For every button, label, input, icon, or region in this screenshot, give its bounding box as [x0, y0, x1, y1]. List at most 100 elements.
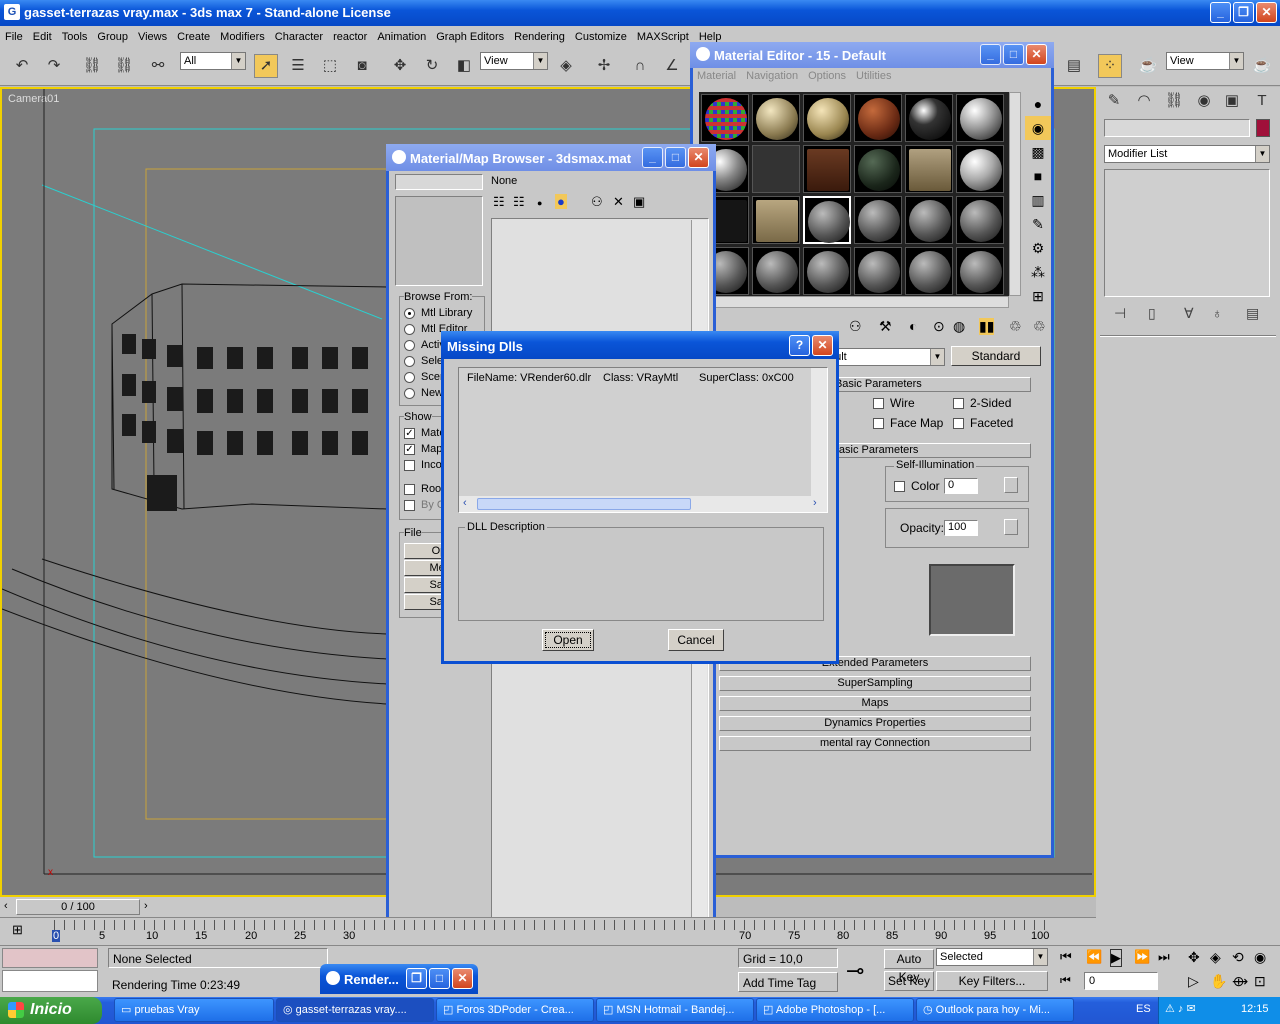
- sample-slot[interactable]: [752, 196, 800, 244]
- redo-icon[interactable]: ↷: [42, 54, 66, 78]
- view-small-icons-icon[interactable]: ●: [537, 198, 542, 208]
- menu-views[interactable]: Views: [133, 26, 172, 48]
- browser-search-field[interactable]: [395, 174, 483, 190]
- current-frame-field[interactable]: 0: [1084, 972, 1158, 990]
- taskbar-item-hotmail[interactable]: ◰ MSN Hotmail - Bandej...: [596, 998, 754, 1022]
- show-incompatible-option[interactable]: Inco: [404, 459, 442, 471]
- by-object-option[interactable]: By O: [404, 499, 445, 511]
- key-selection-dropdown[interactable]: Selected ▼: [936, 948, 1048, 966]
- dynamics-properties-rollout[interactable]: Dynamics Properties: [719, 716, 1031, 731]
- self-illum-color-option[interactable]: Color: [894, 479, 940, 493]
- sample-slot-active[interactable]: [803, 196, 851, 244]
- start-button[interactable]: Inicio: [0, 997, 102, 1024]
- faceted-option[interactable]: Faceted: [953, 416, 1013, 430]
- taskbar-item-outlook[interactable]: ◷ Outlook para hoy - Mi...: [916, 998, 1074, 1022]
- mat-editor-minimize-button[interactable]: _: [980, 44, 1001, 65]
- unlink-icon[interactable]: ⛓: [112, 54, 136, 78]
- show-end-result-icon[interactable]: ▯: [1148, 305, 1156, 322]
- self-illum-value[interactable]: 0: [944, 478, 978, 494]
- orbit-icon[interactable]: ⟴: [1232, 973, 1248, 990]
- sample-slot[interactable]: [803, 94, 851, 142]
- render-window-restore-button[interactable]: ❐: [406, 968, 427, 989]
- show-end-result-mat-icon[interactable]: ▮▮: [979, 318, 995, 335]
- mat-menu-navigation[interactable]: Navigation: [746, 70, 798, 82]
- two-sided-option[interactable]: 2-Sided: [953, 396, 1011, 410]
- opacity-value[interactable]: 100: [944, 520, 978, 536]
- menu-edit[interactable]: Edit: [28, 26, 57, 48]
- select-link-icon[interactable]: ⛓: [80, 54, 104, 78]
- put-to-scene-icon[interactable]: ⚒: [879, 318, 892, 335]
- show-maps-option[interactable]: ✓ Map: [404, 443, 442, 455]
- render-scene-icon[interactable]: ☕: [1136, 54, 1160, 78]
- mental-ray-connection-rollout[interactable]: mental ray Connection: [719, 736, 1031, 751]
- browser-close-button[interactable]: ✕: [688, 147, 709, 168]
- tray-icons[interactable]: ⚠ ♪ ✉: [1165, 1002, 1196, 1015]
- sample-slot[interactable]: [752, 145, 800, 193]
- show-map-icon[interactable]: ◍: [953, 318, 965, 335]
- manipulate-icon[interactable]: ✢: [592, 54, 616, 78]
- track-bar[interactable]: ⊞ 0 5 10 15 20 25 30 70 75 80 85 90 95 1…: [0, 917, 1096, 945]
- taskbar-item-3dsmax[interactable]: ◎ gasset-terrazas vray....: [276, 998, 434, 1022]
- remove-modifier-icon[interactable]: ♁: [1212, 305, 1223, 321]
- delete-icon[interactable]: ✕: [613, 194, 624, 210]
- dialog-close-button[interactable]: ✕: [812, 335, 833, 356]
- browse-mtl-library-option[interactable]: Mtl Library: [404, 307, 472, 319]
- background-icon[interactable]: ▩: [1025, 140, 1051, 164]
- pan-icon[interactable]: ✋: [1210, 973, 1227, 990]
- sample-slot[interactable]: [803, 145, 851, 193]
- unique-icon[interactable]: ⊙: [933, 318, 945, 335]
- mat-menu-utilities[interactable]: Utilities: [856, 70, 891, 82]
- mat-menu-material[interactable]: Material: [697, 70, 736, 82]
- mat-editor-maximize-button[interactable]: □: [1003, 44, 1024, 65]
- sample-slot[interactable]: [854, 247, 902, 295]
- sample-slot[interactable]: [854, 94, 902, 142]
- modify-tab-icon[interactable]: ◠: [1132, 89, 1156, 113]
- self-illum-map-button[interactable]: [1004, 477, 1018, 493]
- go-forward-icon[interactable]: ♲: [1033, 318, 1046, 335]
- configure-sets-icon[interactable]: ▤: [1246, 305, 1259, 322]
- key-mode-toggle-icon[interactable]: ⏮: [1060, 973, 1071, 988]
- browse-new-option[interactable]: New: [404, 387, 443, 399]
- add-time-tag-button[interactable]: Add Time Tag: [738, 972, 838, 992]
- face-map-option[interactable]: Face Map: [873, 416, 943, 430]
- menu-character[interactable]: Character: [270, 26, 328, 48]
- maxscript-listener-bottom[interactable]: [2, 970, 98, 992]
- browser-minimize-button[interactable]: _: [642, 147, 663, 168]
- zoom-extents-all-icon[interactable]: ◉: [1254, 949, 1266, 966]
- key-mode-icon[interactable]: ⊸: [846, 958, 864, 984]
- sample-slots-scrollbar[interactable]: [1009, 92, 1021, 296]
- menu-customize[interactable]: Customize: [570, 26, 632, 48]
- sample-slot[interactable]: [905, 145, 953, 193]
- dialog-help-button[interactable]: ?: [789, 335, 810, 356]
- video-check-icon[interactable]: ▥: [1025, 188, 1051, 212]
- undo-icon[interactable]: ↶: [10, 54, 34, 78]
- zoom-icon[interactable]: ✥: [1188, 949, 1200, 966]
- language-indicator[interactable]: ES: [1136, 1003, 1151, 1015]
- select-object-icon[interactable]: ➚: [254, 54, 278, 78]
- menu-file[interactable]: File: [0, 26, 28, 48]
- dialog-cancel-button[interactable]: Cancel: [668, 629, 724, 651]
- angle-snap-icon[interactable]: ∠: [660, 54, 684, 78]
- options-icon[interactable]: ⚙: [1025, 236, 1051, 260]
- hierarchy-tab-icon[interactable]: ⛓: [1162, 89, 1186, 113]
- show-materials-option[interactable]: ✓ Mate: [404, 427, 445, 439]
- rotate-icon[interactable]: ↻: [420, 54, 444, 78]
- sample-slot[interactable]: [803, 247, 851, 295]
- update-scene-icon[interactable]: ⚇: [591, 194, 603, 210]
- bind-space-warp-icon[interactable]: ⚯: [146, 54, 170, 78]
- sample-slot[interactable]: [956, 196, 1004, 244]
- root-only-option[interactable]: Roo: [404, 483, 441, 495]
- render-window-close-button[interactable]: ✕: [452, 968, 473, 989]
- sample-slot[interactable]: [956, 145, 1004, 193]
- browse-scene-option[interactable]: Scen: [404, 371, 446, 383]
- select-by-material-icon[interactable]: ⁂: [1025, 260, 1051, 284]
- render-window-maximize-button[interactable]: □: [429, 968, 450, 989]
- create-tab-icon[interactable]: ✎: [1102, 89, 1126, 113]
- sample-slots-hscrollbar[interactable]: [699, 296, 1009, 308]
- backlight-icon[interactable]: ◉: [1025, 116, 1051, 140]
- fov-icon[interactable]: ▷: [1188, 973, 1199, 990]
- modifier-stack[interactable]: [1104, 169, 1270, 297]
- mat-editor-close-button[interactable]: ✕: [1026, 44, 1047, 65]
- pin-stack-icon[interactable]: ⊣: [1114, 305, 1126, 322]
- taskbar-item-pruebas-vray[interactable]: ▭ pruebas Vray: [114, 998, 274, 1022]
